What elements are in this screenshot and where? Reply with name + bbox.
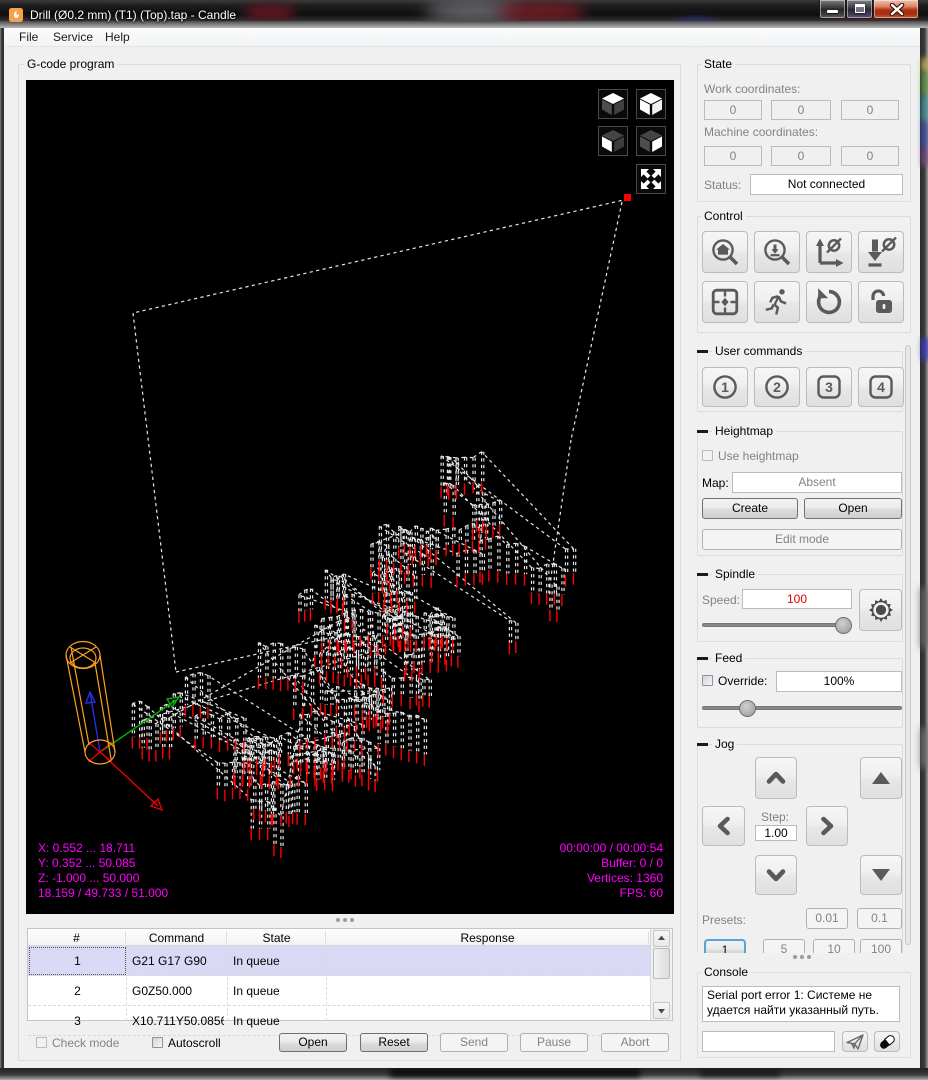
svg-text:00:00:00 / 00:00:54: 00:00:00 / 00:00:54 (560, 841, 664, 855)
svg-text:Y: 0.352 ... 50.085: Y: 0.352 ... 50.085 (38, 856, 136, 870)
svg-text:3: 3 (825, 379, 833, 395)
svg-text:18.159 / 49.733 / 51.000: 18.159 / 49.733 / 51.000 (38, 886, 168, 900)
svg-text:1: 1 (721, 379, 729, 395)
svg-text:FPS: 60: FPS: 60 (620, 886, 664, 900)
svg-text:Vertices: 1360: Vertices: 1360 (587, 871, 663, 885)
svg-text:2: 2 (773, 379, 781, 395)
svg-text:Buffer: 0 / 0: Buffer: 0 / 0 (601, 856, 663, 870)
svg-text:X: 0.552 ... 18.711: X: 0.552 ... 18.711 (38, 841, 136, 855)
svg-text:Z: -1.000 ... 50.000: Z: -1.000 ... 50.000 (38, 871, 140, 885)
svg-text:4: 4 (877, 379, 885, 395)
